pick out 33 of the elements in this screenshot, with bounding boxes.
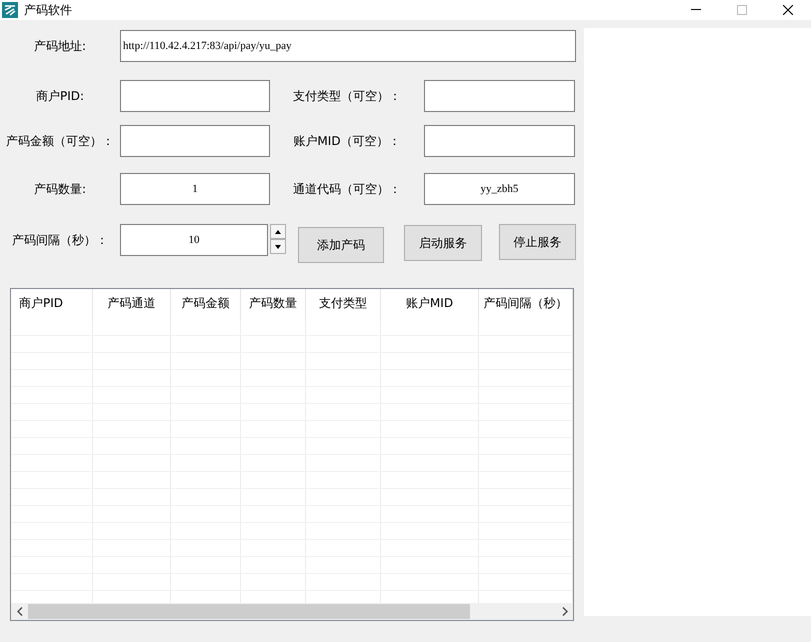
input-field[interactable] bbox=[120, 125, 270, 157]
column-header[interactable]: 产码通道 bbox=[93, 289, 171, 319]
column-header[interactable]: 支付类型 bbox=[306, 289, 381, 319]
field-label: 产码地址: bbox=[32, 38, 88, 54]
field-label: 支付类型（可空）： bbox=[292, 88, 402, 104]
column-header[interactable]: 产码间隔（秒） bbox=[479, 289, 573, 319]
spin-buttons[interactable] bbox=[270, 224, 286, 254]
input-field[interactable]: yy_zbh5 bbox=[424, 173, 575, 205]
input-field[interactable] bbox=[424, 125, 575, 157]
input-field[interactable]: 1 bbox=[120, 173, 270, 205]
field-label: 账户MID（可空）： bbox=[292, 132, 402, 150]
field-label: 商户PID: bbox=[34, 88, 86, 104]
minimize-icon bbox=[691, 9, 701, 11]
input-field[interactable] bbox=[424, 80, 575, 112]
number-input-field[interactable]: 10 bbox=[120, 224, 268, 256]
url-input-field[interactable]: http://110.42.4.217:83/api/pay/yu_pay bbox=[120, 30, 576, 62]
scrollbar-thumb[interactable] bbox=[28, 604, 470, 619]
action-button[interactable]: 停止服务 bbox=[499, 224, 576, 260]
column-header[interactable]: 产码金额 bbox=[171, 289, 241, 319]
close-icon bbox=[783, 5, 793, 15]
field-label: 产码金额（可空）： bbox=[5, 132, 115, 150]
field-label: 产码间隔（秒）： bbox=[11, 232, 109, 249]
column-header[interactable]: 账户MID bbox=[381, 289, 479, 319]
action-button[interactable]: 添加产码 bbox=[298, 227, 384, 263]
field-label: 通道代码（可空）： bbox=[292, 180, 402, 198]
column-header[interactable]: 商户PID bbox=[11, 289, 93, 319]
action-button[interactable]: 启动服务 bbox=[404, 225, 482, 261]
input-field[interactable] bbox=[120, 80, 270, 112]
column-header[interactable]: 产码数量 bbox=[241, 289, 306, 319]
window-title: 产码软件 bbox=[24, 2, 73, 18]
maximize-icon bbox=[737, 5, 747, 15]
horizontal-scrollbar[interactable] bbox=[11, 603, 573, 620]
field-label: 产码数量: bbox=[32, 180, 88, 198]
